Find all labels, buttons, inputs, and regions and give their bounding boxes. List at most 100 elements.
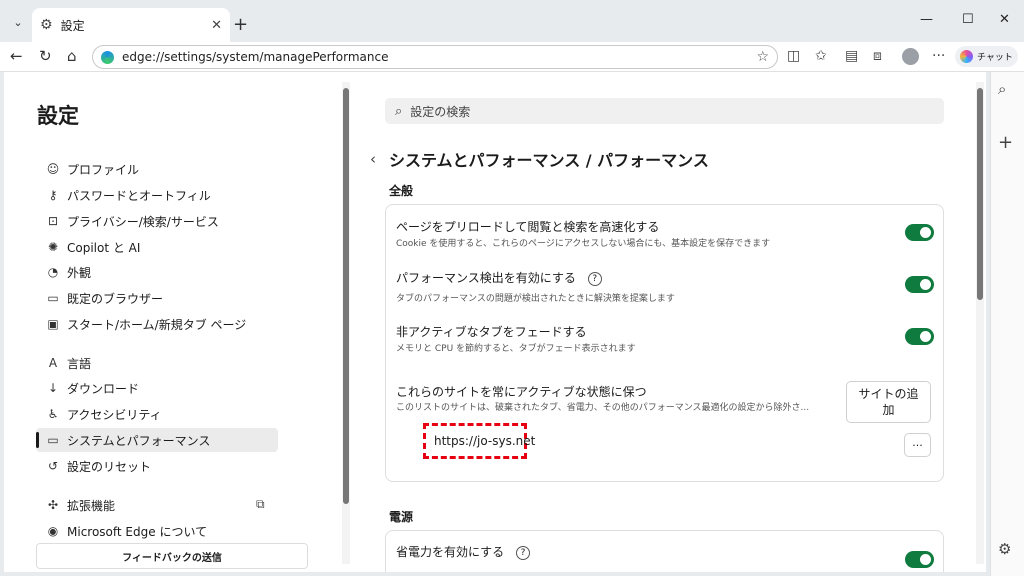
sidebar-item-label: 設定のリセット: [67, 459, 152, 474]
main-scrollbar-thumb[interactable]: [977, 88, 983, 300]
search-icon: ⌕: [395, 103, 403, 119]
close-window-icon[interactable]: ✕: [999, 12, 1010, 27]
favorite-star-icon[interactable]: ☆: [756, 49, 769, 65]
language-icon: A: [48, 356, 58, 370]
setting-title-performance-detector: パフォーマンス検出を有効にする ?: [396, 269, 602, 286]
gear-icon[interactable]: ⚙: [998, 540, 1011, 558]
browser-icon: ▭: [47, 291, 59, 305]
maximize-icon[interactable]: ☐: [962, 12, 974, 27]
sidebar-item-appearance[interactable]: ◔ 外観: [36, 260, 278, 284]
collections-icon[interactable]: ▤: [845, 48, 858, 64]
feedback-button[interactable]: フィードバックの送信: [36, 543, 308, 569]
sidebar-scrollbar-thumb[interactable]: [343, 88, 349, 504]
screenshot-icon[interactable]: ⧈: [873, 48, 882, 64]
page-title: システムとパフォーマンス / パフォーマンス: [389, 151, 709, 170]
new-tab-icon[interactable]: +: [233, 14, 248, 35]
tab-settings[interactable]: ⚙ 設定 ✕: [32, 8, 230, 42]
home-icon[interactable]: ⌂: [67, 47, 77, 65]
sidebar-item-system[interactable]: ▭ システムとパフォーマンス: [36, 428, 278, 452]
site-more-button[interactable]: ···: [904, 433, 931, 457]
address-bar[interactable]: edge://settings/system/managePerformance…: [92, 45, 778, 69]
sidebar-item-profile[interactable]: ☺ プロファイル: [36, 157, 278, 181]
refresh-icon[interactable]: ↻: [39, 47, 52, 65]
palette-icon: ◔: [47, 265, 59, 279]
sidebar-item-downloads[interactable]: ↓ ダウンロード: [36, 376, 278, 400]
profile-icon: ☺: [46, 162, 60, 176]
copilot-icon: ✺: [47, 240, 59, 254]
split-screen-icon[interactable]: ◫: [787, 48, 800, 64]
edge-icon: ◉: [47, 524, 59, 538]
setting-title-fade-tabs: 非アクティブなタブをフェードする: [396, 325, 587, 339]
sidebar-item-extensions[interactable]: ✣ 拡張機能: [36, 493, 278, 517]
copilot-icon: [960, 50, 973, 63]
back-chevron-icon[interactable]: ‹: [370, 150, 376, 168]
sidebar-item-label: Microsoft Edge について: [67, 524, 208, 539]
search-icon[interactable]: ⌕: [998, 80, 1006, 98]
settings-search-input[interactable]: ⌕ 設定の検索: [385, 98, 944, 124]
settings-title: 設定: [37, 104, 79, 128]
setting-desc-always-active: このリストのサイトは、破棄されたタブ、省電力、その他のパフォーマンス最適化の設定…: [396, 403, 810, 413]
gear-icon: ⚙: [40, 17, 53, 33]
sidebar-item-label: 言語: [67, 356, 92, 371]
sidebar-item-label: プロファイル: [67, 162, 140, 177]
sidebar-item-default-browser[interactable]: ▭ 既定のブラウザー: [36, 286, 278, 310]
external-link-icon: ⧉: [256, 497, 265, 511]
setting-desc-fade-tabs: メモリと CPU を節約すると、タブがフェード表示されます: [396, 344, 636, 354]
copilot-chat-button[interactable]: チャット: [955, 46, 1018, 67]
sidebar-item-label: ダウンロード: [67, 381, 140, 396]
tab-actions-chevron-icon[interactable]: ⌄: [8, 12, 28, 32]
setting-title-efficiency: 省電力を有効にする ?: [396, 543, 530, 560]
setting-title-preload: ページをプリロードして閲覧と検索を高速化する: [396, 220, 660, 234]
help-icon[interactable]: ?: [587, 271, 602, 286]
address-url: edge://settings/system/managePerformance: [122, 50, 389, 64]
toggle-efficiency[interactable]: [905, 551, 934, 568]
favorites-icon[interactable]: ✩: [815, 48, 827, 64]
sidebar-item-start-home[interactable]: ▣ スタート/ホーム/新規タブ ページ: [36, 312, 278, 336]
close-tab-icon[interactable]: ✕: [211, 18, 222, 33]
sidebar-item-label: スタート/ホーム/新規タブ ページ: [67, 317, 247, 332]
setting-desc-preload: Cookie を使用すると、これらのページにアクセスしない場合にも、基本設定を保…: [396, 239, 771, 249]
sidebar-item-passwords[interactable]: ⚷ パスワードとオートフィル: [36, 183, 278, 207]
sidebar-item-reset[interactable]: ↺ 設定のリセット: [36, 454, 278, 478]
sidebar-item-copilot[interactable]: ✺ Copilot と AI: [36, 235, 278, 259]
reset-icon: ↺: [47, 459, 59, 473]
tab-title: 設定: [60, 18, 85, 33]
sidebar-item-label: Copilot と AI: [67, 240, 141, 255]
puzzle-icon: ✣: [47, 498, 59, 512]
toggle-performance-detector[interactable]: [905, 276, 934, 293]
sidebar-item-label: プライバシー/検索/サービス: [67, 214, 219, 229]
sidebar-item-label: アクセシビリティ: [67, 407, 162, 422]
home-icon: ▣: [47, 317, 59, 331]
sidebar-item-about[interactable]: ◉ Microsoft Edge について: [36, 519, 278, 543]
back-icon[interactable]: ←: [10, 47, 23, 65]
download-icon: ↓: [47, 381, 59, 395]
sidebar-item-label: 既定のブラウザー: [67, 291, 164, 306]
accessibility-icon: ♿: [47, 407, 59, 421]
sidebar-item-label: 拡張機能: [67, 498, 116, 513]
sidebar-item-label: システムとパフォーマンス: [67, 433, 211, 448]
more-options-icon[interactable]: ···: [932, 48, 945, 64]
laptop-icon: ▭: [47, 433, 59, 447]
toggle-fade-tabs[interactable]: [905, 328, 934, 345]
edge-logo-icon: [101, 50, 114, 64]
sidebar-item-privacy[interactable]: ⊡ プライバシー/検索/サービス: [36, 209, 278, 233]
help-icon[interactable]: ?: [515, 545, 530, 560]
setting-title-text: 省電力を有効にする: [396, 545, 505, 559]
profile-avatar[interactable]: [902, 48, 919, 65]
chat-label: チャット: [977, 53, 1013, 63]
search-placeholder: 設定の検索: [410, 104, 471, 119]
lock-icon: ⊡: [47, 214, 59, 228]
key-icon: ⚷: [48, 188, 58, 202]
setting-title-text: パフォーマンス検出を有効にする: [396, 271, 576, 285]
add-icon[interactable]: +: [998, 132, 1013, 153]
site-url: https://jo-sys.net: [434, 434, 536, 448]
minimize-icon[interactable]: —: [920, 12, 933, 27]
setting-title-always-active: これらのサイトを常にアクティブな状態に保つ: [396, 385, 647, 399]
sidebar-item-label: パスワードとオートフィル: [67, 188, 211, 203]
section-heading-power: 電源: [389, 510, 414, 524]
add-site-button[interactable]: サイトの追加: [846, 381, 931, 423]
section-heading-general: 全般: [389, 184, 414, 198]
sidebar-item-languages[interactable]: A 言語: [36, 351, 278, 375]
sidebar-item-accessibility[interactable]: ♿ アクセシビリティ: [36, 402, 278, 426]
toggle-preload[interactable]: [905, 224, 934, 241]
